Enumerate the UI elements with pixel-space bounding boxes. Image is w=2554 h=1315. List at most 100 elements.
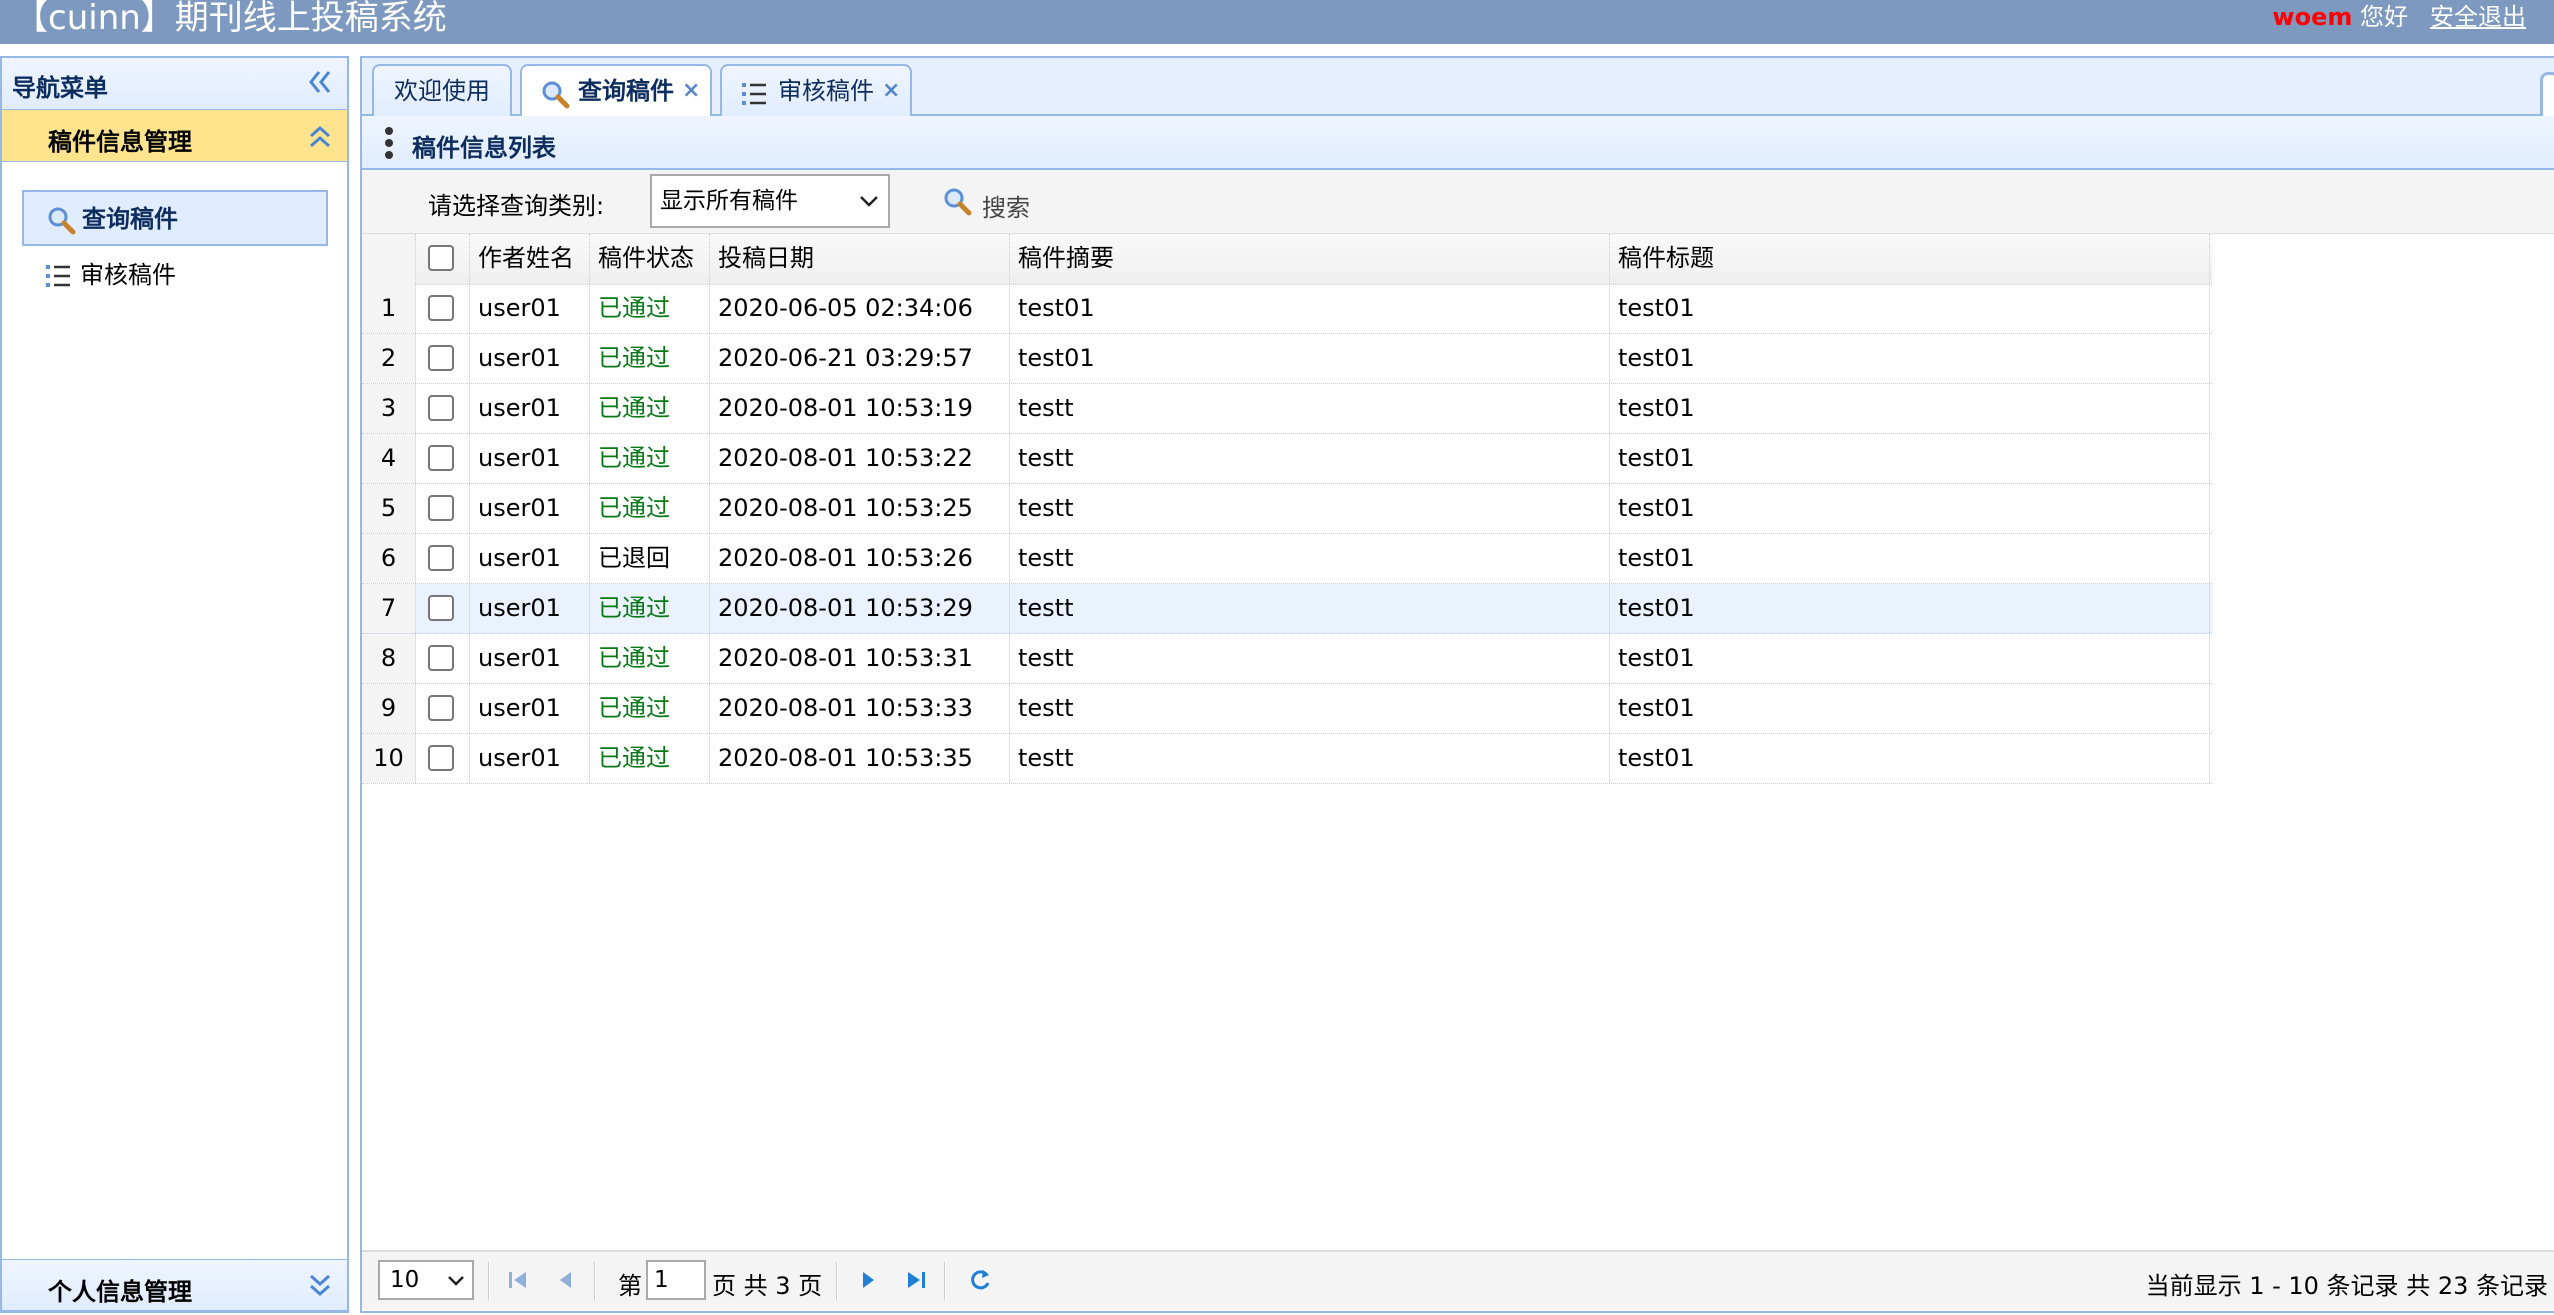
column-header-date[interactable]: 投稿日期 — [710, 234, 1010, 284]
pager-separator — [488, 1262, 490, 1300]
table-row[interactable]: 3 user01 已通过 2020-08-01 10:53:19 testt test01 — [362, 384, 2212, 434]
refresh-icon[interactable] — [966, 1266, 994, 1294]
row-number: 5 — [362, 484, 416, 533]
tab-label: 欢迎使用 — [394, 77, 490, 105]
cell-status: 已通过 — [590, 434, 710, 483]
table-row[interactable]: 5 user01 已通过 2020-08-01 10:53:25 testt test01 — [362, 484, 2212, 534]
cell-summary: test01 — [1010, 284, 1610, 333]
menu-item-label: 审核稿件 — [80, 261, 176, 289]
more-vertical-icon[interactable] — [384, 126, 394, 160]
row-checkbox[interactable] — [428, 445, 454, 471]
next-page-icon[interactable] — [854, 1266, 882, 1294]
cell-date: 2020-08-01 10:53:25 — [710, 484, 1010, 533]
tab-welcome[interactable]: 欢迎使用 — [372, 64, 512, 118]
column-header-summary[interactable]: 稿件摘要 — [1010, 234, 1610, 284]
cell-title: test01 — [1610, 534, 2210, 583]
table-row[interactable]: 9 user01 已通过 2020-08-01 10:53:33 testt test01 — [362, 684, 2212, 734]
menu-item-review-manuscript[interactable]: 审核稿件 — [22, 248, 328, 304]
row-checkbox[interactable] — [428, 345, 454, 371]
list-icon — [46, 265, 70, 287]
cell-author: user01 — [470, 434, 590, 483]
first-page-icon[interactable] — [504, 1266, 532, 1294]
table-row[interactable]: 10 user01 已通过 2020-08-01 10:53:35 testt test0… — [362, 734, 2212, 784]
tab-query-manuscript[interactable]: 查询稿件 × — [520, 64, 712, 120]
collapse-left-icon[interactable] — [305, 66, 333, 98]
select-all-checkbox[interactable] — [428, 245, 454, 271]
panel-title: 稿件信息列表 — [412, 134, 556, 162]
search-icon — [944, 188, 972, 216]
cell-status: 已通过 — [590, 334, 710, 383]
column-header-author[interactable]: 作者姓名 — [470, 234, 590, 284]
menu-item-query-manuscript[interactable]: 查询稿件 — [22, 190, 328, 246]
row-checkbox[interactable] — [428, 595, 454, 621]
table-row[interactable]: 6 user01 已退回 2020-08-01 10:53:26 testt test01 — [362, 534, 2212, 584]
search-icon — [542, 81, 570, 109]
sidebar-header: 导航菜单 — [2, 58, 347, 110]
accordion-manuscript-management[interactable]: 稿件信息管理 — [2, 110, 347, 162]
column-header-status[interactable]: 稿件状态 — [590, 234, 710, 284]
panel-header: 稿件信息列表 — [362, 116, 2554, 170]
cell-summary: testt — [1010, 484, 1610, 533]
top-bar: 【cuinn】期刊线上投稿系统 woem 您好 安全退出 — [0, 0, 2554, 44]
row-checkbox-cell — [416, 384, 470, 433]
cell-date: 2020-08-01 10:53:33 — [710, 684, 1010, 733]
table-row[interactable]: 4 user01 已通过 2020-08-01 10:53:22 testt test01 — [362, 434, 2212, 484]
row-checkbox[interactable] — [428, 545, 454, 571]
cell-author: user01 — [470, 634, 590, 683]
app-title: 【cuinn】期刊线上投稿系统 — [14, 0, 447, 38]
chevron-down-icon[interactable] — [305, 1266, 335, 1304]
row-checkbox[interactable] — [428, 695, 454, 721]
row-checkbox[interactable] — [428, 645, 454, 671]
cell-author: user01 — [470, 384, 590, 433]
accordion-personal-info[interactable]: 个人信息管理 — [2, 1259, 347, 1311]
row-checkbox-cell — [416, 634, 470, 683]
page-suffix: 页 共 3 页 — [712, 1272, 823, 1300]
last-page-icon[interactable] — [902, 1266, 930, 1294]
search-button[interactable]: 搜索 — [942, 184, 1052, 222]
query-type-select[interactable]: 显示所有稿件 — [650, 174, 890, 228]
row-number: 7 — [362, 584, 416, 633]
cell-status: 已通过 — [590, 484, 710, 533]
row-checkbox-cell — [416, 334, 470, 383]
table-row[interactable]: 8 user01 已通过 2020-08-01 10:53:31 testt test01 — [362, 634, 2212, 684]
tab-review-manuscript[interactable]: 审核稿件 × — [720, 64, 912, 118]
cell-author: user01 — [470, 584, 590, 633]
cell-status: 已通过 — [590, 734, 710, 783]
accordion-label: 稿件信息管理 — [48, 128, 192, 156]
page-size-value: 10 — [390, 1267, 420, 1293]
cell-status: 已通过 — [590, 384, 710, 433]
page-size-select[interactable]: 10 — [378, 1260, 474, 1300]
row-checkbox[interactable] — [428, 745, 454, 771]
chevron-up-icon[interactable] — [305, 116, 335, 154]
record-info: 当前显示 1 - 10 条记录 共 23 条记录 — [2145, 1272, 2548, 1300]
grid-header: 作者姓名 稿件状态 投稿日期 稿件摘要 稿件标题 — [362, 234, 2212, 285]
cell-date: 2020-08-01 10:53:22 — [710, 434, 1010, 483]
row-checkbox[interactable] — [428, 495, 454, 521]
cell-author: user01 — [470, 334, 590, 383]
row-checkbox[interactable] — [428, 395, 454, 421]
row-checkbox-cell — [416, 734, 470, 783]
row-number: 6 — [362, 534, 416, 583]
chevron-down-icon — [448, 1276, 464, 1286]
cell-title: test01 — [1610, 434, 2210, 483]
table-row[interactable]: 1 user01 已通过 2020-06-05 02:34:06 test01 test0… — [362, 284, 2212, 334]
tab-close-icon[interactable]: × — [882, 66, 900, 116]
cell-author: user01 — [470, 684, 590, 733]
column-header-title[interactable]: 稿件标题 — [1610, 234, 2210, 284]
pager-separator — [836, 1262, 838, 1300]
prev-page-icon[interactable] — [552, 1266, 580, 1294]
tab-close-icon[interactable]: × — [682, 66, 700, 116]
logout-link[interactable]: 安全退出 — [2430, 3, 2526, 31]
row-checkbox-cell — [416, 284, 470, 333]
cell-summary: testt — [1010, 534, 1610, 583]
table-row[interactable]: 7 user01 已通过 2020-08-01 10:53:29 testt test01 — [362, 584, 2212, 634]
list-icon — [742, 83, 766, 105]
row-checkbox[interactable] — [428, 295, 454, 321]
cell-author: user01 — [470, 284, 590, 333]
cell-status: 已通过 — [590, 634, 710, 683]
cell-title: test01 — [1610, 384, 2210, 433]
cell-title: test01 — [1610, 584, 2210, 633]
cell-author: user01 — [470, 534, 590, 583]
current-page-input[interactable]: 1 — [646, 1260, 706, 1300]
table-row[interactable]: 2 user01 已通过 2020-06-21 03:29:57 test01 test0… — [362, 334, 2212, 384]
